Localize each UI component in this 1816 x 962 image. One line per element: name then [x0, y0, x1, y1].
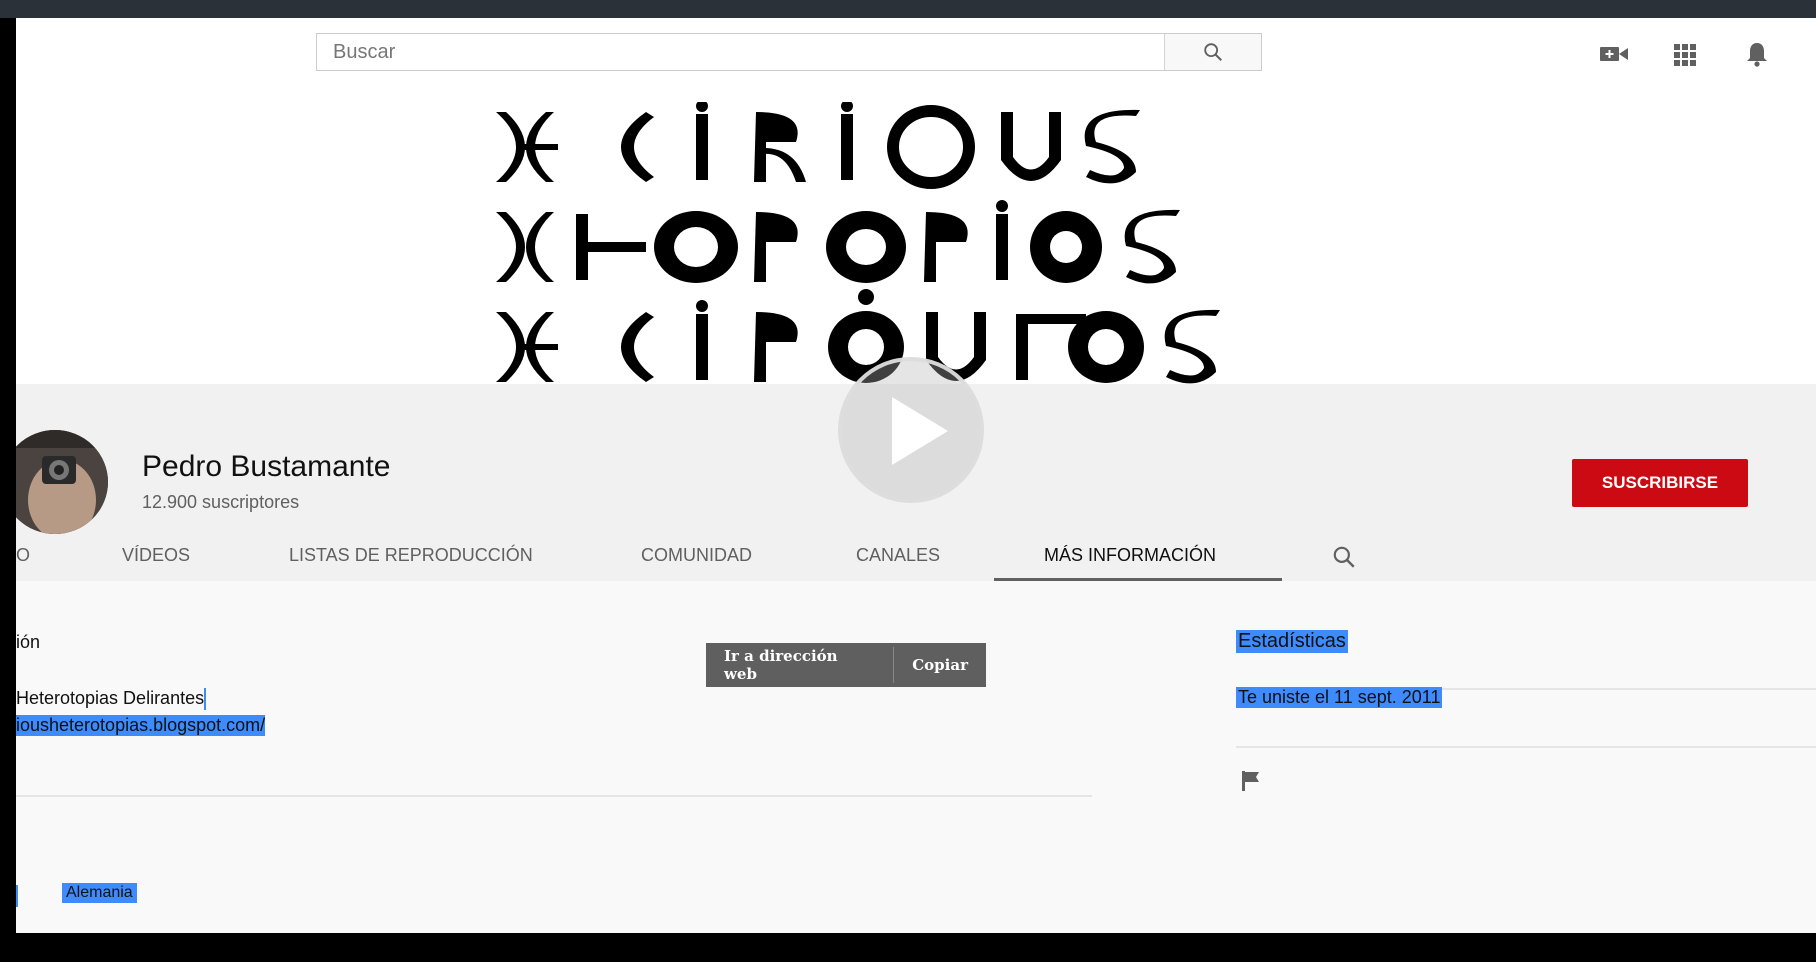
video-play-overlay[interactable] — [838, 357, 984, 503]
joined-date: Te uniste el 11 sept. 2011 — [1236, 687, 1443, 708]
tab-inicio[interactable]: O — [16, 534, 30, 581]
link-title: Heterotopias Delirantes — [16, 688, 207, 711]
banner-logo-art — [496, 102, 1220, 384]
text-cursor-selection — [204, 688, 207, 711]
bottom-black-bar — [0, 933, 1816, 962]
selection-fragment — [16, 885, 18, 907]
search-input[interactable]: Buscar — [317, 34, 1164, 70]
play-icon — [892, 397, 948, 465]
masthead: Buscar — [16, 18, 1816, 92]
subscribe-button[interactable]: SUSCRIBIRSE — [1572, 459, 1748, 507]
stats-divider-bottom — [1236, 746, 1816, 748]
avatar[interactable] — [16, 430, 108, 534]
about-content: ión Heterotopias Delirantes iousheteroto… — [16, 581, 1816, 933]
tab-community[interactable]: COMUNIDAD — [641, 534, 752, 581]
tab-about[interactable]: MÁS INFORMACIÓN — [994, 534, 1282, 581]
link-context-tooltip: Ir a dirección web Copiar — [706, 643, 986, 687]
description-heading: ión — [16, 632, 41, 652]
bell-icon[interactable] — [1746, 41, 1768, 67]
browser-top-strip — [0, 0, 1816, 18]
search-button[interactable] — [1164, 34, 1261, 70]
tab-videos[interactable]: VÍDEOS — [122, 534, 190, 581]
avatar-photo — [16, 430, 108, 534]
flag-icon[interactable] — [1241, 771, 1263, 791]
channel-tabs: O VÍDEOS LISTAS DE REPRODUCCIÓN COMUNIDA… — [16, 534, 1816, 581]
channel-search-icon[interactable] — [1331, 544, 1357, 570]
link-title-text: Heterotopias Delirantes — [16, 688, 205, 708]
video-camera-icon[interactable] — [1600, 44, 1628, 64]
stats-heading: Estadísticas — [1236, 630, 1348, 653]
subscriber-count: 12.900 suscriptores — [142, 492, 300, 512]
link-url[interactable]: iousheterotopias.blogspot.com/ — [16, 715, 266, 736]
section-divider — [16, 795, 1092, 797]
go-to-web-button[interactable]: Ir a dirección web — [706, 647, 895, 683]
youtube-page: Buscar Pedro Bustamante 12.900 suscripto… — [16, 18, 1816, 933]
channel-name: Pedro Bustamante — [142, 450, 391, 483]
copy-button[interactable]: Copiar — [894, 656, 986, 674]
channel-banner — [16, 92, 1816, 402]
tab-channels[interactable]: CANALES — [856, 534, 940, 581]
search-box[interactable]: Buscar — [316, 33, 1262, 71]
apps-grid-icon[interactable] — [1674, 44, 1696, 66]
tab-playlists[interactable]: LISTAS DE REPRODUCCIÓN — [289, 534, 533, 581]
country-value: Alemania — [62, 883, 137, 903]
search-icon — [1204, 43, 1222, 61]
